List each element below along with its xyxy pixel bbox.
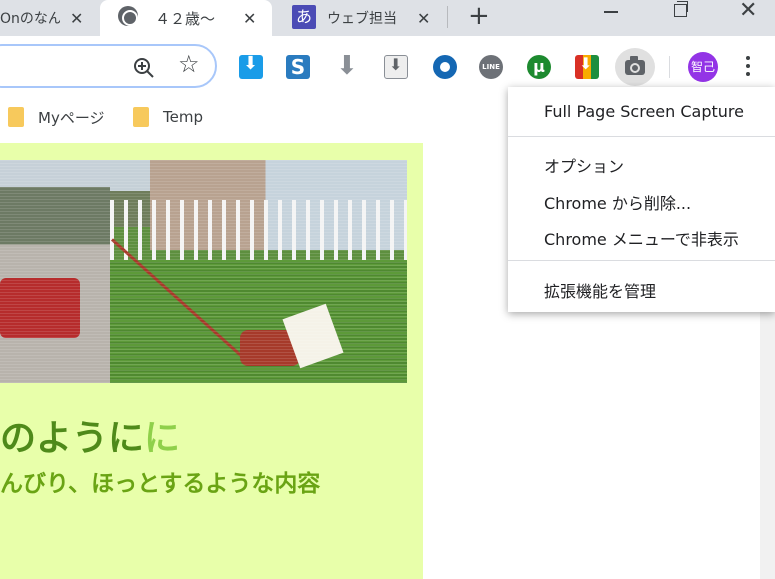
profile-avatar[interactable]: 智己 xyxy=(688,52,718,82)
bookmark-label: Temp xyxy=(163,108,203,126)
tab-active[interactable]: ４２歳〜 ✕ xyxy=(100,0,272,36)
minimize-icon[interactable] xyxy=(604,11,618,13)
menu-divider xyxy=(508,136,775,137)
new-tab-button[interactable]: + xyxy=(468,0,490,32)
arrow-down-icon[interactable] xyxy=(334,51,358,81)
tab-title: ４２歳〜 xyxy=(155,9,216,28)
utorrent-icon[interactable]: μ xyxy=(527,55,551,79)
bookmark-label: Myページ xyxy=(38,108,105,127)
tab-divider xyxy=(447,6,448,28)
maximize-icon[interactable] xyxy=(674,1,688,17)
menu-item-remove-from-chrome[interactable]: Chrome から削除... xyxy=(544,190,691,214)
save-page-icon[interactable] xyxy=(384,55,408,79)
window-close-icon[interactable]: ✕ xyxy=(739,0,757,23)
tab-title: Onのなん xyxy=(0,11,60,27)
menu-item-full-page-capture[interactable]: Full Page Screen Capture xyxy=(544,102,744,121)
more-vert-icon[interactable] xyxy=(745,56,751,78)
screen-capture-button[interactable] xyxy=(615,48,655,86)
bluetooth-icon[interactable] xyxy=(433,55,457,79)
site-favicon-icon: あ xyxy=(292,5,316,29)
page-subheading: んびり、ほっとするような内容 xyxy=(0,471,321,497)
tab-close-icon[interactable]: ✕ xyxy=(70,9,83,28)
hero-image xyxy=(0,160,407,383)
scanline-overlay xyxy=(0,160,407,383)
browser-window: Onのなん ✕ ４２歳〜 ✕ あ ウェブ担当 ✕ + ✕ ☆ S xyxy=(0,0,775,579)
color-download-icon[interactable] xyxy=(575,54,599,79)
menu-item-hide-in-menu[interactable]: Chrome メニューで非表示 xyxy=(544,226,739,250)
folder-icon xyxy=(8,107,24,127)
tab-close-icon[interactable]: ✕ xyxy=(243,9,256,28)
toolbar-divider xyxy=(669,56,670,78)
zoom-icon[interactable] xyxy=(133,57,155,79)
line-icon[interactable]: LINE xyxy=(479,55,503,79)
s-icon[interactable]: S xyxy=(286,55,310,79)
tab-web[interactable]: あ ウェブ担当 ✕ xyxy=(272,0,444,36)
camera-icon xyxy=(625,56,645,75)
download-icon[interactable] xyxy=(239,53,263,79)
page-heading: のようにに xyxy=(0,409,180,461)
folder-icon xyxy=(133,107,149,127)
tab-close-icon[interactable]: ✕ xyxy=(417,9,430,28)
content-panel: のようにに んびり、ほっとするような内容 xyxy=(0,143,423,579)
menu-item-options[interactable]: オプション xyxy=(544,153,624,177)
globe-icon xyxy=(118,6,138,26)
tab-strip: Onのなん ✕ ４２歳〜 ✕ あ ウェブ担当 ✕ + ✕ xyxy=(0,0,775,36)
bookmark-mypage[interactable]: Myページ xyxy=(8,106,105,128)
bookmark-temp[interactable]: Temp xyxy=(133,106,203,128)
extension-context-menu: Full Page Screen Capture オプション Chrome から… xyxy=(508,87,775,312)
menu-divider xyxy=(508,260,775,261)
menu-item-manage-extensions[interactable]: 拡張機能を管理 xyxy=(544,278,656,302)
page-heading-glow: に xyxy=(144,417,181,459)
bookmark-star-icon[interactable]: ☆ xyxy=(178,50,200,78)
tab-title: ウェブ担当 xyxy=(327,11,397,27)
tab-partial[interactable]: Onのなん ✕ xyxy=(0,0,100,36)
page-heading-text: のように xyxy=(0,417,145,459)
